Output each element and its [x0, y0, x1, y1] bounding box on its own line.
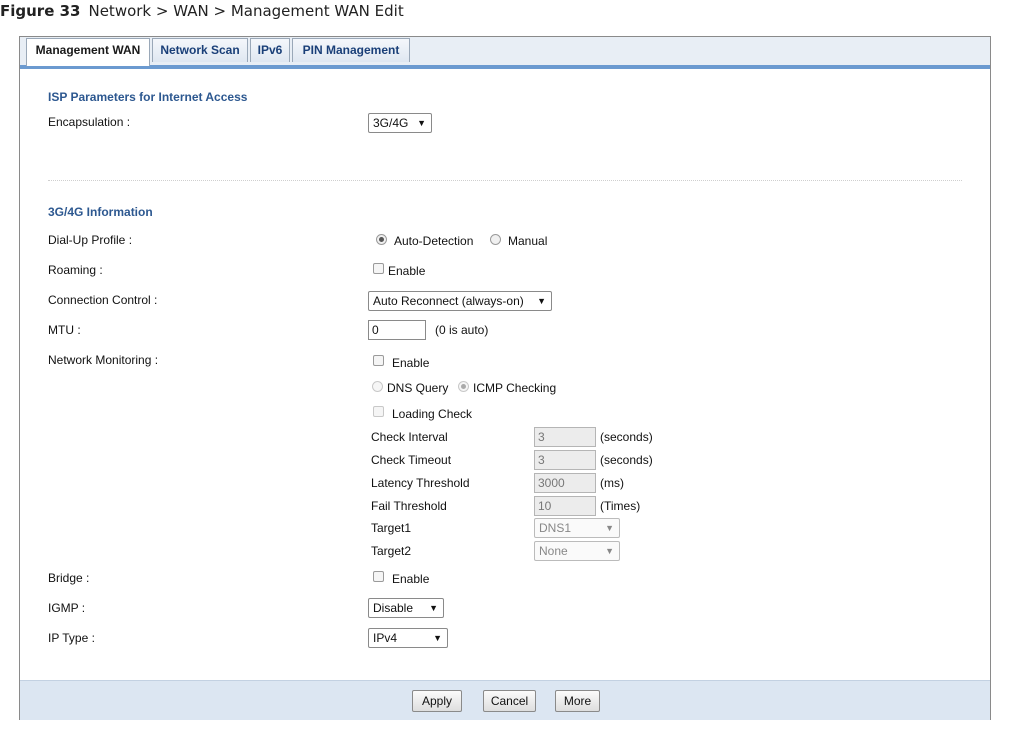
roaming-label: Roaming :: [48, 263, 103, 277]
latency-threshold-unit: (ms): [600, 476, 624, 490]
roaming-checkbox[interactable]: [373, 263, 384, 274]
igmp-select[interactable]: Disable ▼: [368, 598, 444, 618]
connection-control-value: Auto Reconnect (always-on): [373, 294, 524, 308]
dialup-auto-label: Auto-Detection: [394, 234, 474, 248]
loading-check-checkbox[interactable]: [373, 406, 384, 417]
action-footer: Apply Cancel More: [20, 680, 990, 720]
connection-control-label: Connection Control :: [48, 293, 158, 307]
roaming-enable-label: Enable: [388, 264, 426, 278]
mtu-hint: (0 is auto): [435, 323, 489, 337]
encapsulation-label: Encapsulation :: [48, 115, 131, 129]
loading-check-label: Loading Check: [392, 407, 473, 421]
check-interval-unit: (seconds): [600, 430, 653, 444]
dialup-manual-radio[interactable]: [490, 234, 501, 245]
ip-type-value: IPv4: [373, 631, 398, 645]
target2-select[interactable]: None ▼: [534, 541, 620, 561]
monitoring-checkbox[interactable]: [373, 355, 384, 366]
target1-select[interactable]: DNS1 ▼: [534, 518, 620, 538]
igmp-value: Disable: [373, 601, 414, 615]
target2-value: None: [539, 544, 568, 558]
dns-query-radio[interactable]: [372, 381, 383, 392]
cancel-button[interactable]: Cancel: [483, 690, 536, 712]
tab-management-wan[interactable]: Management WAN: [26, 38, 150, 66]
tab-network-scan[interactable]: Network Scan: [152, 38, 248, 62]
bridge-enable-label: Enable: [392, 572, 430, 586]
figure-caption: Figure 33 Network > WAN > Management WAN …: [0, 2, 404, 20]
icmp-checking-label: ICMP Checking: [473, 381, 557, 395]
chevron-down-icon: ▼: [537, 296, 546, 306]
apply-button[interactable]: Apply: [412, 690, 462, 712]
target1-value: DNS1: [539, 521, 572, 535]
tab-bar: Management WAN Network Scan IPv6 PIN Man…: [20, 37, 990, 69]
ip-type-select[interactable]: IPv4 ▼: [368, 628, 448, 648]
more-button[interactable]: More: [555, 690, 600, 712]
isp-section-title: ISP Parameters for Internet Access: [48, 90, 248, 104]
chevron-down-icon: ▼: [605, 523, 614, 533]
figure-title: Network > WAN > Management WAN Edit: [88, 2, 404, 20]
check-interval-input[interactable]: 3: [534, 427, 596, 447]
dns-query-label: DNS Query: [387, 381, 449, 395]
bridge-label: Bridge :: [48, 571, 90, 585]
monitoring-enable-label: Enable: [392, 356, 430, 370]
fail-threshold-label: Fail Threshold: [371, 499, 447, 513]
target2-label: Target2: [371, 544, 412, 558]
latency-threshold-input[interactable]: 3000: [534, 473, 596, 493]
check-timeout-input[interactable]: 3: [534, 450, 596, 470]
dialup-profile-label: Dial-Up Profile :: [48, 233, 133, 247]
check-interval-label: Check Interval: [371, 430, 448, 444]
tab-ipv6[interactable]: IPv6: [250, 38, 290, 62]
target1-label: Target1: [371, 521, 412, 535]
bridge-checkbox[interactable]: [373, 571, 384, 582]
chevron-down-icon: ▼: [605, 546, 614, 556]
check-timeout-unit: (seconds): [600, 453, 653, 467]
encapsulation-value: 3G/4G: [373, 116, 409, 130]
icmp-checking-radio[interactable]: [458, 381, 469, 392]
tab-pin-management[interactable]: PIN Management: [292, 38, 410, 62]
check-timeout-label: Check Timeout: [371, 453, 452, 467]
chevron-down-icon: ▼: [429, 603, 438, 613]
igmp-label: IGMP :: [48, 601, 86, 615]
encapsulation-select[interactable]: 3G/4G ▼: [368, 113, 432, 133]
chevron-down-icon: ▼: [417, 118, 426, 128]
network-monitoring-label: Network Monitoring :: [48, 353, 159, 367]
figure-number: Figure 33: [0, 2, 81, 20]
info-section-title: 3G/4G Information: [48, 205, 153, 219]
chevron-down-icon: ▼: [433, 633, 442, 643]
dialup-manual-label: Manual: [508, 234, 548, 248]
ip-type-label: IP Type :: [48, 631, 95, 645]
dialup-auto-radio[interactable]: [376, 234, 387, 245]
section-divider: [48, 180, 962, 181]
fail-threshold-input[interactable]: 10: [534, 496, 596, 516]
latency-threshold-label: Latency Threshold: [371, 476, 470, 490]
management-wan-edit-panel: Management WAN Network Scan IPv6 PIN Man…: [19, 36, 991, 720]
mtu-label: MTU :: [48, 323, 81, 337]
fail-threshold-unit: (Times): [600, 499, 641, 513]
mtu-input[interactable]: 0: [368, 320, 426, 340]
connection-control-select[interactable]: Auto Reconnect (always-on) ▼: [368, 291, 552, 311]
